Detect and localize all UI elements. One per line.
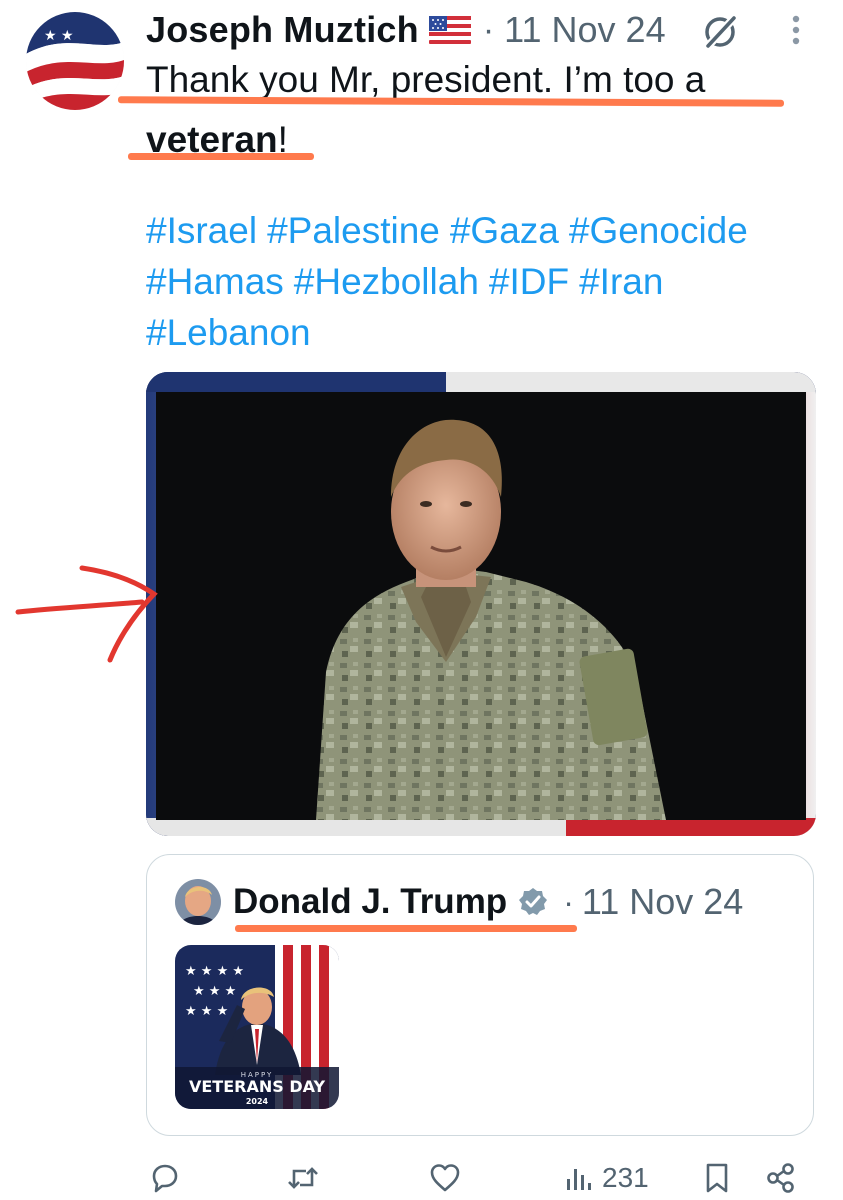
quoted-post-card[interactable]: Donald J. Trump · 11 Nov 24 ★ ★ ★ ★ ★ ★ … [146, 854, 814, 1136]
like-button[interactable] [428, 1160, 462, 1196]
views-button[interactable]: 231 [562, 1160, 649, 1196]
svg-text:★ ★ ★: ★ ★ ★ [185, 1004, 228, 1019]
post-action-bar: 231 [0, 1150, 843, 1200]
hashtag-link[interactable]: #Lebanon [146, 312, 311, 353]
tweet-text: Thank you Mr, president. I’m too a veter… [146, 50, 816, 170]
svg-text:★ ★ ★ ★: ★ ★ ★ ★ [185, 964, 244, 979]
author-avatar[interactable]: ★ ★ ★ ★ [26, 12, 124, 110]
header-separator: · [482, 10, 495, 49]
hashtag-link[interactable]: #Hezbollah [294, 261, 479, 302]
svg-text:★ ★: ★ ★ [44, 28, 74, 44]
repost-button[interactable] [286, 1160, 320, 1196]
quoted-post-date[interactable]: 11 Nov 24 [582, 881, 743, 923]
us-flag-icon [428, 16, 471, 44]
hashtag-link[interactable]: #Genocide [569, 210, 748, 251]
post-header: Joseph Muztich · 11 Nov 24 [146, 6, 666, 54]
share-button[interactable] [764, 1160, 798, 1196]
grok-icon[interactable] [700, 12, 740, 52]
bookmark-icon [706, 1163, 728, 1193]
quoted-media-image[interactable]: ★ ★ ★ ★ ★ ★ ★ ★ ★ ★ HAPPY VETERANS DAY 2… [175, 945, 339, 1109]
tweet-text-line-2: veteran! [146, 110, 816, 170]
views-count: 231 [602, 1162, 649, 1193]
repost-icon [288, 1167, 318, 1189]
post-media-image[interactable] [146, 372, 816, 836]
hashtag-link[interactable]: #Israel [146, 210, 257, 251]
bookmark-button[interactable] [700, 1160, 734, 1196]
verified-badge-icon [517, 886, 549, 918]
hashtag-link[interactable]: #IDF [489, 261, 569, 302]
hashtag-link[interactable]: #Hamas [146, 261, 284, 302]
quoted-media-caption-year: 2024 [246, 1097, 269, 1106]
heart-icon [430, 1164, 460, 1192]
quoted-media-caption-main: VETERANS DAY [189, 1077, 325, 1096]
reply-button[interactable] [148, 1160, 182, 1196]
hashtag-link[interactable]: #Iran [579, 261, 663, 302]
share-icon [767, 1163, 794, 1193]
quoted-header-separator: · [563, 883, 574, 920]
svg-text:★ ★: ★ ★ [56, 45, 81, 59]
author-name[interactable]: Joseph Muztich [146, 9, 419, 51]
views-icon [567, 1169, 591, 1190]
annotation-underline-3 [235, 925, 577, 932]
annotation-underline-2 [128, 153, 314, 160]
svg-text:★ ★ ★: ★ ★ ★ [193, 984, 236, 999]
annotation-arrow [14, 560, 164, 670]
more-options-icon[interactable] [786, 10, 806, 50]
hashtags: #Israel #Palestine #Gaza #Genocide #Hamas #H… [146, 205, 826, 358]
hashtag-link[interactable]: #Gaza [450, 210, 559, 251]
reply-icon [152, 1164, 178, 1193]
quoted-post-header: Donald J. Trump · 11 Nov 24 [233, 879, 743, 925]
post-date[interactable]: 11 Nov 24 [504, 9, 665, 51]
quoted-author-avatar[interactable] [175, 879, 221, 925]
hashtag-link[interactable]: #Palestine [267, 210, 440, 251]
quoted-author-name[interactable]: Donald J. Trump [233, 882, 507, 922]
